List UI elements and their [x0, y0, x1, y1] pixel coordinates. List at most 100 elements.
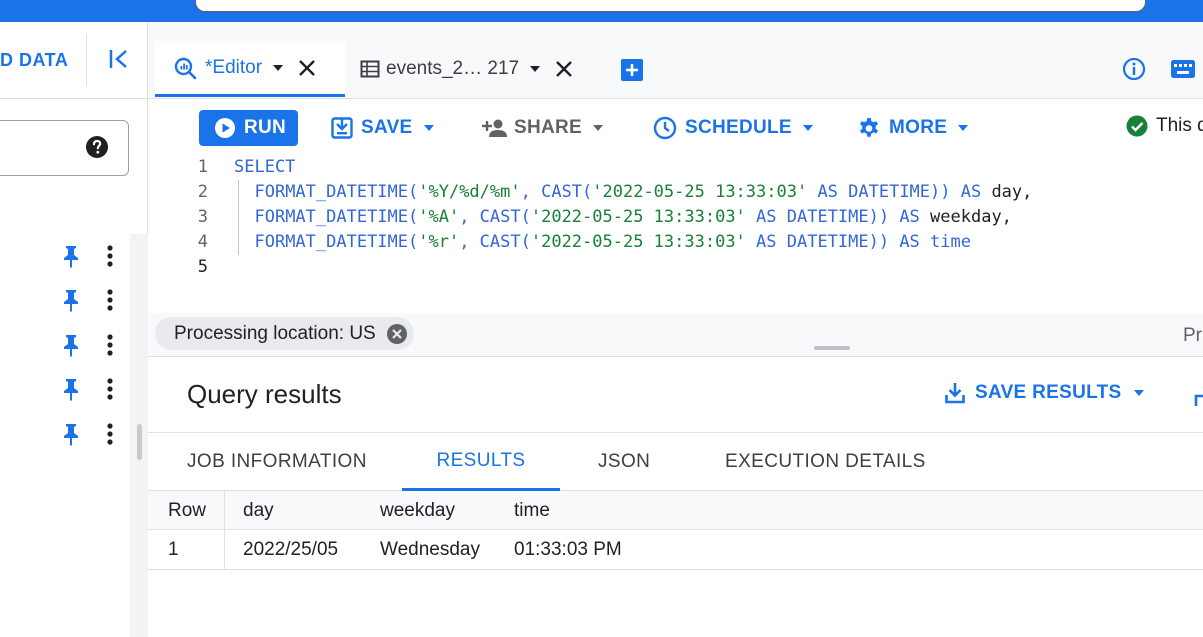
chevron-down-icon	[593, 125, 604, 131]
table-icon	[360, 60, 380, 78]
global-search-box[interactable]	[195, 0, 1146, 12]
code-line[interactable]: FORMAT_DATETIME('%A', CAST('2022-05-25 1…	[234, 205, 1012, 230]
collapse-left-icon[interactable]	[106, 46, 132, 72]
tab-results[interactable]: RESULTS	[402, 433, 560, 491]
table-row: 1 2022/25/05 Wednesday 01:33:03 PM	[148, 530, 1203, 570]
editor-toolbar: RUN SAVE SHARE SCHEDULE MORE This q	[148, 99, 1203, 155]
code-token: AS DATETIME)) AS	[745, 207, 931, 227]
explorer-row[interactable]	[56, 285, 126, 315]
download-icon	[945, 383, 965, 404]
tab-job-information[interactable]: JOB INFORMATION	[187, 433, 367, 491]
save-button[interactable]: SAVE	[331, 113, 435, 143]
explorer-row[interactable]	[56, 241, 126, 271]
pin-icon[interactable]	[60, 333, 82, 357]
more-button[interactable]: MORE	[857, 113, 969, 143]
line-number: 5	[197, 257, 208, 277]
tab-events-table[interactable]: events_2… 217	[360, 41, 590, 97]
pin-icon[interactable]	[60, 422, 82, 446]
code-token: FORMAT_DATETIME(	[254, 207, 419, 227]
tab-json[interactable]: JSON	[598, 433, 650, 491]
save-results-button[interactable]: SAVE RESULTS	[945, 382, 1145, 404]
results-table: Row day weekday time 1 2022/25/05 Wednes…	[148, 491, 1203, 570]
share-label: SHARE	[514, 117, 583, 138]
code-token: AS DATETIME)) AS time	[745, 232, 971, 252]
code-token: '%Y/%d/%m'	[418, 182, 521, 202]
code-token: SELECT	[234, 157, 296, 177]
code-token: '2022-05-25 13:33:03'	[530, 207, 746, 227]
validation-status: This q	[1126, 115, 1203, 137]
help-icon[interactable]	[85, 135, 109, 159]
share-button[interactable]: SHARE	[482, 113, 604, 143]
more-vert-icon[interactable]	[100, 333, 120, 357]
code-line[interactable]: SELECT	[234, 155, 295, 180]
explore-data-icon[interactable]	[1193, 384, 1203, 408]
explorer-header: D DATA	[0, 22, 148, 99]
pin-icon[interactable]	[60, 288, 82, 312]
chevron-down-icon	[423, 125, 434, 131]
code-token: weekday,	[930, 207, 1012, 227]
tab-editor[interactable]: *Editor	[155, 41, 345, 97]
resize-drag-handle[interactable]	[814, 346, 850, 350]
explorer-scrollbar-thumb[interactable]	[137, 424, 142, 460]
chevron-down-icon	[802, 125, 813, 131]
chevron-down-icon[interactable]	[272, 64, 284, 72]
schedule-label: SCHEDULE	[685, 117, 792, 138]
add-tab-icon[interactable]	[620, 58, 644, 82]
pin-icon[interactable]	[60, 377, 82, 401]
processing-location-text: Processing location: US	[174, 322, 376, 344]
line-number: 4	[197, 232, 208, 252]
close-icon[interactable]	[555, 60, 573, 78]
more-vert-icon[interactable]	[100, 377, 120, 401]
check-circle-icon	[1126, 115, 1148, 137]
share-person-icon	[482, 119, 507, 137]
line-number: 3	[197, 207, 208, 227]
tab-execution-details[interactable]: EXECUTION DETAILS	[725, 433, 926, 491]
chevron-down-icon[interactable]	[529, 65, 541, 73]
explorer-row[interactable]	[56, 330, 126, 360]
line-number-gutter: 1 2 3 4 5	[148, 155, 232, 313]
code-token: , CAST(	[459, 232, 531, 252]
code-token: '2022-05-25 13:33:03'	[530, 232, 746, 252]
code-token: '%r'	[418, 232, 460, 252]
code-token: '2022-05-25 13:33:03'	[592, 182, 808, 202]
code-line[interactable]: FORMAT_DATETIME('%Y/%d/%m', CAST('2022-0…	[234, 180, 1032, 205]
sql-editor[interactable]: 1 2 3 4 5 SELECT FORMAT_DATETIME('%Y/%d/…	[148, 155, 1203, 313]
pin-icon[interactable]	[60, 244, 82, 268]
keyboard-icon[interactable]	[1170, 57, 1196, 81]
code-area[interactable]: SELECT FORMAT_DATETIME('%Y/%d/%m', CAST(…	[234, 155, 1194, 313]
chevron-down-icon	[1134, 390, 1145, 396]
query-icon	[174, 57, 197, 79]
play-icon	[215, 118, 235, 138]
save-results-label: SAVE RESULTS	[975, 382, 1122, 403]
table-header-row: Row day weekday time	[148, 491, 1203, 530]
code-line[interactable]: FORMAT_DATETIME('%r', CAST('2022-05-25 1…	[234, 230, 971, 255]
code-token: AS DATETIME)) AS	[807, 182, 992, 202]
tab-editor-label: *Editor	[205, 56, 263, 78]
code-token: '%A'	[418, 207, 460, 227]
code-token: , CAST(	[520, 182, 593, 202]
code-token: day,	[991, 182, 1033, 202]
more-vert-icon[interactable]	[100, 422, 120, 446]
save-icon	[331, 117, 353, 139]
info-icon[interactable]	[1122, 57, 1146, 81]
schedule-button[interactable]: SCHEDULE	[653, 113, 814, 143]
run-button[interactable]: RUN	[199, 110, 298, 146]
more-vert-icon[interactable]	[100, 244, 120, 268]
explorer-row[interactable]	[56, 374, 126, 404]
processing-right-text: Pr	[1183, 325, 1202, 346]
weekday-cell: Wednesday	[380, 539, 480, 560]
tab-events-label: events_2… 217	[386, 58, 520, 79]
more-vert-icon[interactable]	[100, 288, 120, 312]
explorer-search-input[interactable]	[0, 120, 129, 176]
processing-location-chip[interactable]: Processing location: US	[155, 317, 414, 350]
line-number: 2	[197, 182, 208, 202]
explorer-row[interactable]	[56, 419, 126, 449]
close-icon[interactable]	[298, 59, 316, 77]
code-token: FORMAT_DATETIME(	[254, 182, 419, 202]
line-number: 1	[197, 157, 208, 177]
column-header-weekday: weekday	[380, 500, 455, 521]
close-circle-icon[interactable]	[386, 323, 408, 345]
